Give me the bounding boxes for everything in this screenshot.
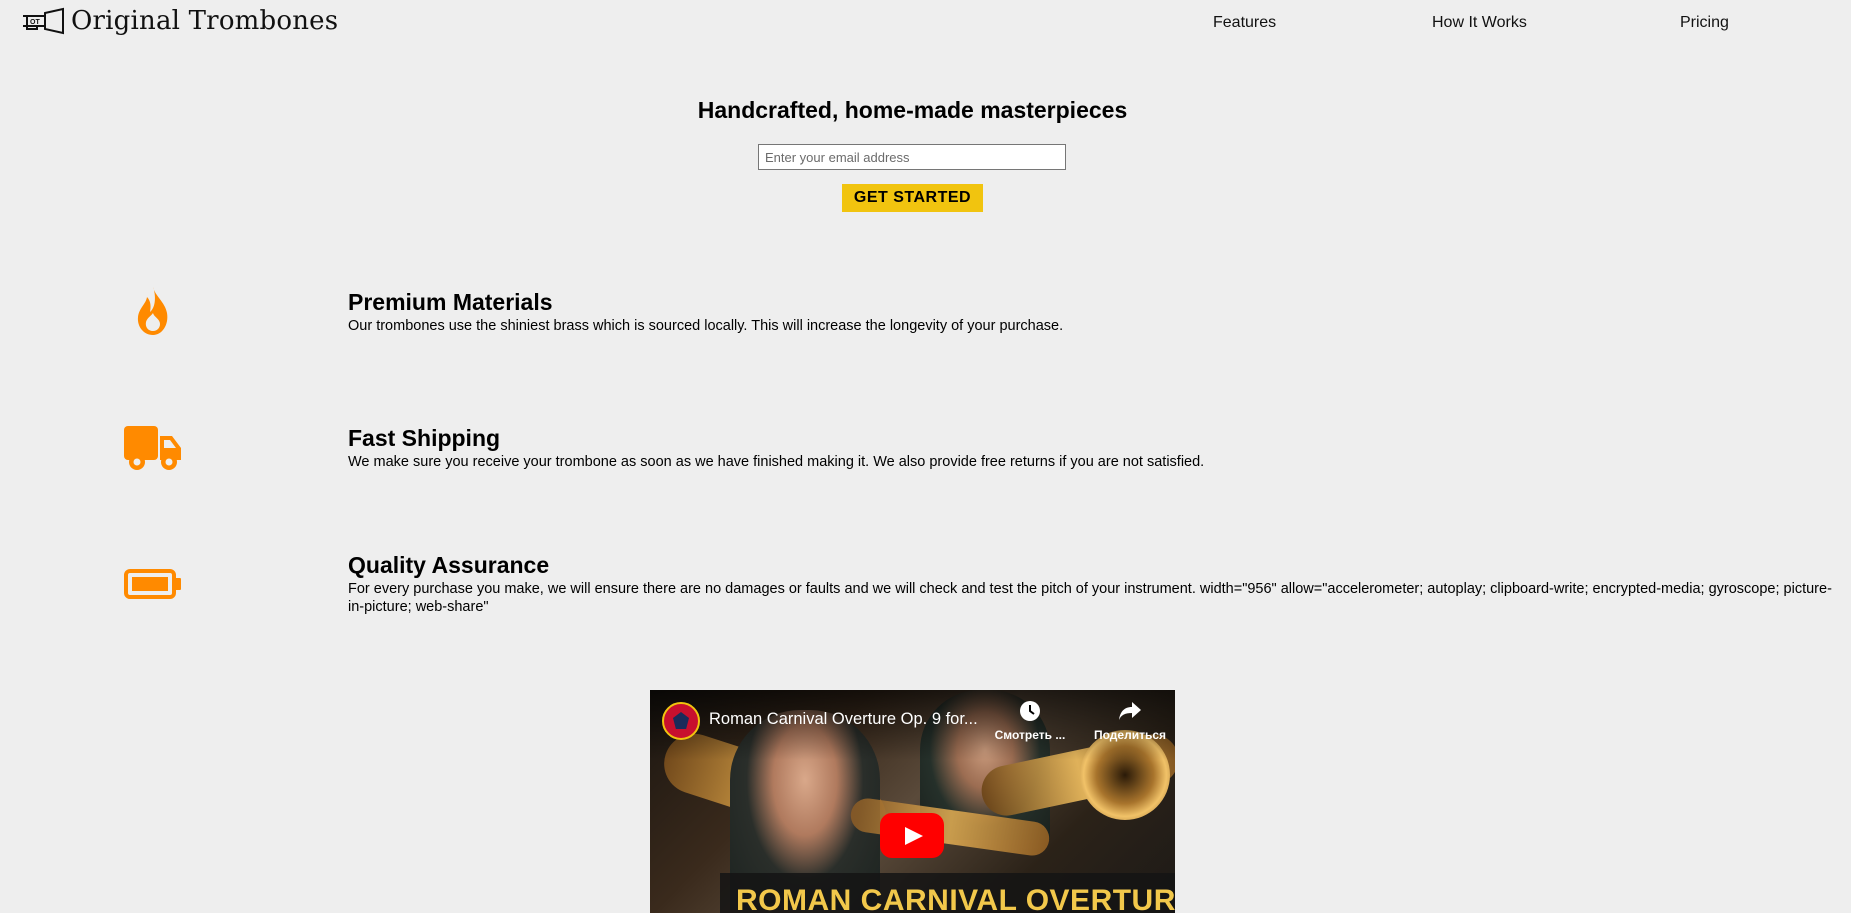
video-banner-text: ROMAN CARNIVAL OVERTURE <box>736 884 1175 913</box>
channel-avatar[interactable] <box>662 702 700 740</box>
feature-title: Fast Shipping <box>348 425 501 451</box>
play-button[interactable] <box>880 813 944 858</box>
nav-link-how-it-works[interactable]: How It Works <box>1432 14 1527 32</box>
trombone-icon: OT <box>23 7 64 35</box>
truck-icon <box>124 426 181 470</box>
logo[interactable]: OT Original Trombones <box>21 6 338 36</box>
share-button[interactable]: Поделиться <box>1090 700 1170 742</box>
video-title[interactable]: Roman Carnival Overture Op. 9 for... <box>709 710 978 729</box>
nav-link-features[interactable]: Features <box>1213 14 1276 32</box>
share-label: Поделиться <box>1093 728 1167 742</box>
clock-icon <box>1020 701 1040 721</box>
watch-later-label: Смотреть ... <box>994 728 1066 742</box>
share-icon <box>1119 702 1141 720</box>
svg-text:OT: OT <box>30 19 40 26</box>
watch-later-button[interactable]: Смотреть ... <box>985 700 1075 742</box>
brand-name: Original Trombones <box>71 6 339 36</box>
video-embed[interactable]: Roman Carnival Overture Op. 9 for... Смо… <box>650 690 1175 913</box>
battery-icon <box>124 569 181 599</box>
feature-title: Quality Assurance <box>348 552 550 578</box>
site-header: OT Original Trombones Features How It Wo… <box>0 0 1851 46</box>
feature-title: Premium Materials <box>348 289 553 315</box>
email-input[interactable] <box>758 144 1066 170</box>
get-started-button[interactable]: GET STARTED <box>842 184 983 212</box>
fire-icon <box>137 287 168 335</box>
feature-description: We make sure you receive your trombone a… <box>348 454 1205 470</box>
nav-link-pricing[interactable]: Pricing <box>1680 14 1729 32</box>
feature-description: For every purchase you make, we will ens… <box>348 581 1832 615</box>
feature-description: Our trombones use the shiniest brass whi… <box>348 318 1064 334</box>
hero-title: Handcrafted, home-made masterpieces <box>697 97 1128 123</box>
